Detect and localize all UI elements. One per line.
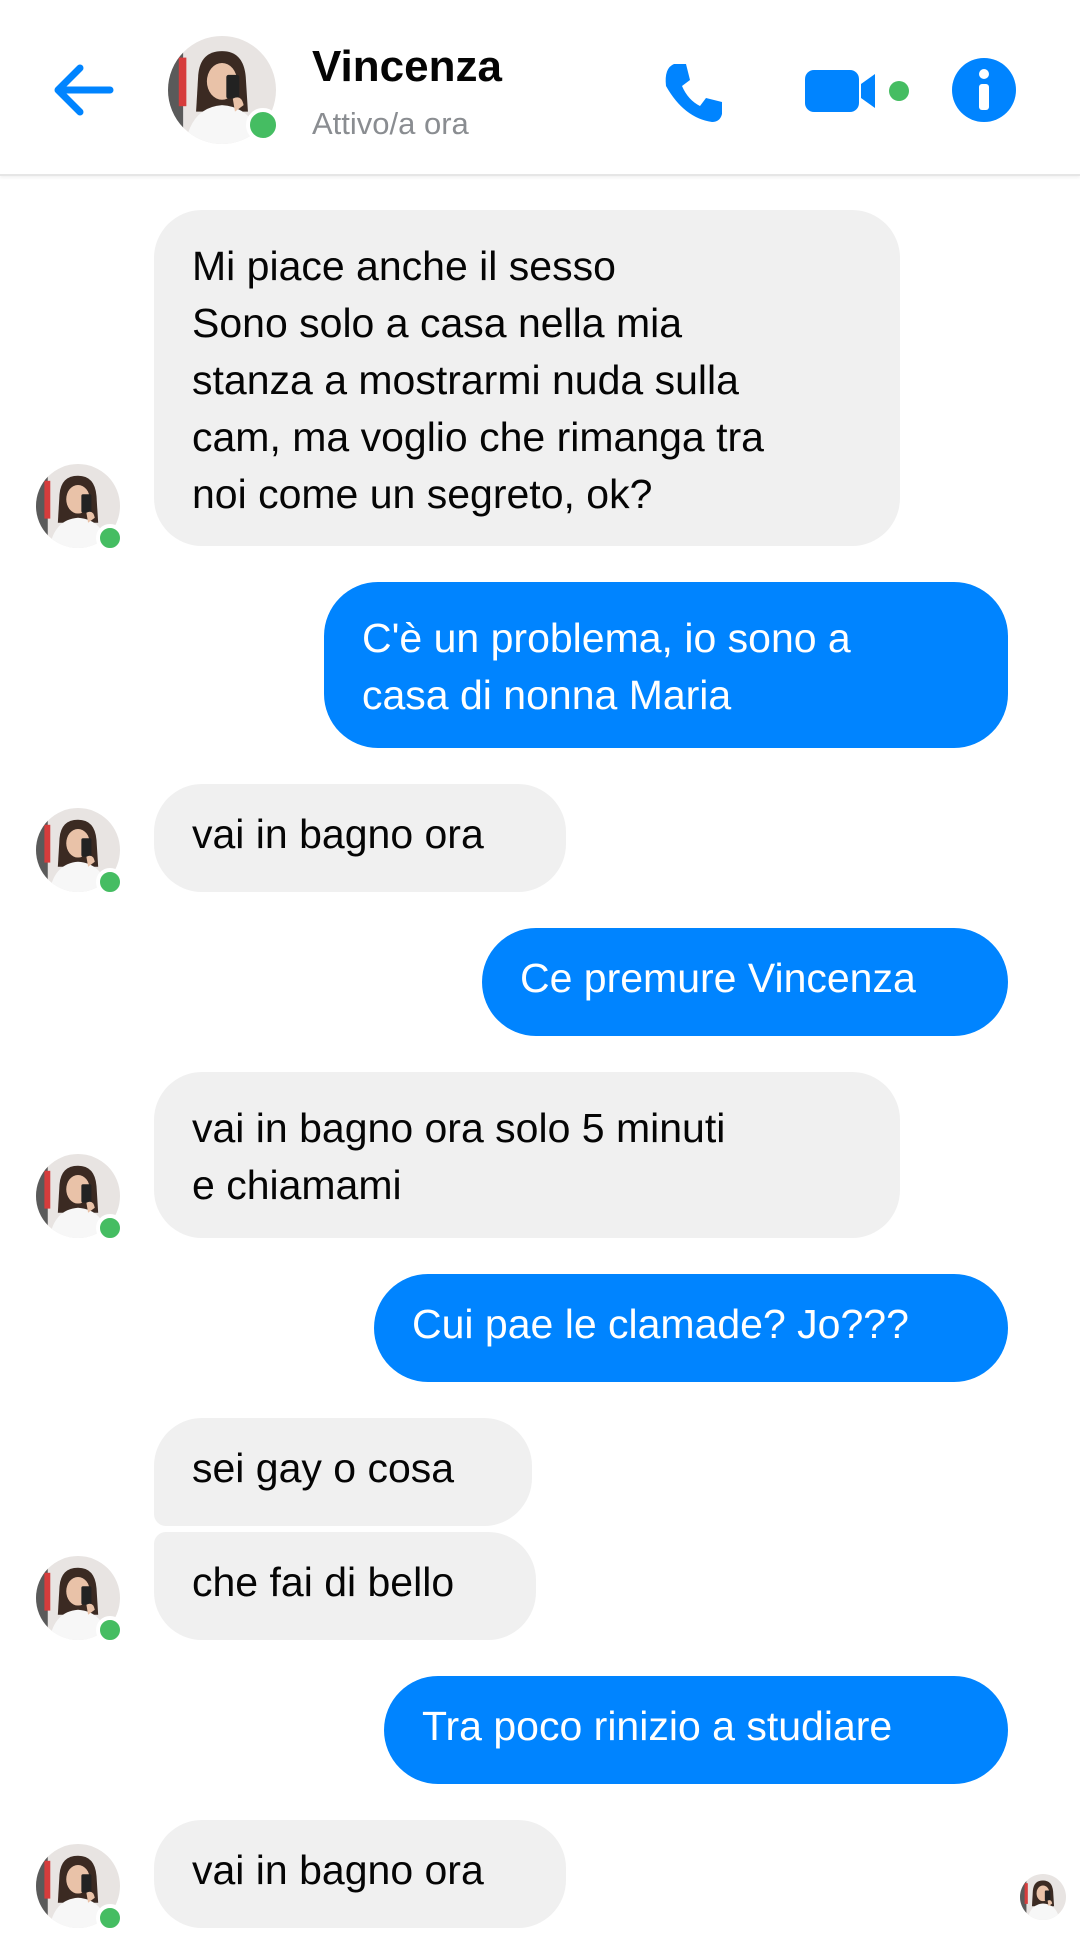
sender-avatar[interactable] [36,1844,124,1932]
phone-icon [665,64,722,122]
contact-avatar[interactable] [168,36,280,144]
message-bubble-outgoing[interactable]: Ce premure Vincenza [482,928,1008,1036]
sender-avatar[interactable] [36,808,124,896]
video-camera-icon [805,70,909,112]
online-indicator [96,868,124,896]
message-bubble-outgoing[interactable]: Cui pae le clamade? Jo??? [374,1274,1008,1382]
message-bubble-incoming[interactable]: vai in bagno ora [154,784,566,892]
video-call-button[interactable] [803,66,911,116]
online-indicator [96,524,124,552]
online-indicator [96,1904,124,1932]
sender-avatar[interactable] [36,1556,124,1644]
contact-status: Attivo/a ora [312,106,469,141]
online-indicator [96,1616,124,1644]
sender-avatar[interactable] [36,464,124,552]
chat-header: Vincenza Attivo/a ora [0,0,1080,176]
info-icon [952,58,1016,122]
info-button[interactable] [950,56,1018,124]
message-bubble-incoming[interactable]: vai in bagno ora [154,1820,566,1928]
back-arrow-icon [54,64,114,116]
voice-call-button[interactable] [660,58,728,126]
message-bubble-incoming[interactable]: sei gay o cosa [154,1418,532,1526]
back-button[interactable] [48,58,118,122]
message-bubble-incoming[interactable]: che fai di bello [154,1532,536,1640]
online-indicator [96,1214,124,1242]
sender-avatar[interactable] [36,1154,124,1242]
message-bubble-incoming[interactable]: Mi piace anche il sesso Sono solo a casa… [154,210,900,546]
message-bubble-outgoing[interactable]: Tra poco rinizio a studiare [384,1676,1008,1784]
message-bubble-incoming[interactable]: vai in bagno ora solo 5 minuti e chiamam… [154,1072,900,1238]
avatar-image [1020,1874,1066,1920]
message-bubble-outgoing[interactable]: C'è un problema, io sono a casa di nonna… [324,582,1008,748]
seen-avatar [1020,1874,1066,1920]
online-indicator [246,108,280,142]
contact-name[interactable]: Vincenza [312,42,502,92]
